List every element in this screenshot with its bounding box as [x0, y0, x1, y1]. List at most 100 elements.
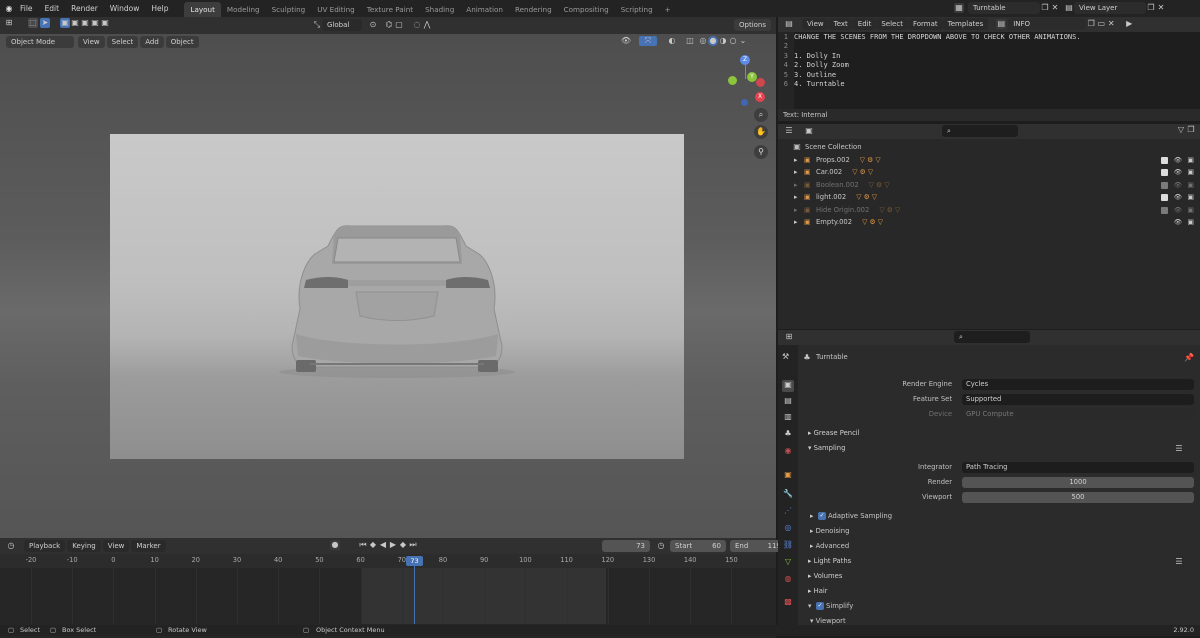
exclude-checkbox[interactable] — [1161, 169, 1168, 176]
scene-tab-icon[interactable]: ♣ — [782, 429, 794, 441]
outliner[interactable]: ▣ Scene Collection ▸ ▣ Props.002 ▽ ⚙ ▽ 👁 ▣ ▸ ▣ C… — [778, 139, 1200, 329]
render-camera-icon[interactable]: ▣ — [1187, 191, 1194, 204]
tab-rendering[interactable]: Rendering — [509, 2, 558, 17]
text-line[interactable]: 5 3. Outline — [778, 71, 1081, 80]
wireframe-shading-icon[interactable]: ◎ — [698, 36, 708, 46]
expand-arrow-icon[interactable]: ▸ — [794, 179, 804, 192]
menu-file[interactable]: File — [14, 0, 39, 17]
simplify-checkbox[interactable]: ✓ — [816, 602, 824, 610]
text-menu-view[interactable]: View — [802, 18, 829, 30]
viewport-samples-field[interactable]: 500 — [962, 492, 1194, 503]
view-layer-field[interactable]: View Layer — [1074, 2, 1146, 14]
exclude-checkbox[interactable] — [1161, 156, 1168, 164]
eye-icon[interactable]: 👁 — [1174, 216, 1182, 229]
navigation-gizmo[interactable]: Z Y X — [722, 52, 770, 108]
gizmo-y-neg[interactable] — [728, 76, 737, 85]
text-editor-body[interactable]: 1 CHANGE THE SCENES FROM THE DROPDOWN ABO… — [778, 32, 1200, 109]
solid-shading-icon[interactable]: ● — [708, 36, 718, 46]
texture-tab-icon[interactable]: ▩ — [782, 597, 794, 609]
new-collection-icon[interactable]: ❐ — [1186, 125, 1196, 135]
exclude-checkbox[interactable] — [1161, 206, 1168, 214]
render-tab-icon[interactable]: ▣ — [782, 380, 794, 392]
text-menu-edit[interactable]: Edit — [852, 18, 877, 30]
menu-edit[interactable]: Edit — [39, 0, 66, 17]
outliner-item-label[interactable]: Props.002 — [816, 154, 850, 167]
tab-layout[interactable]: Layout — [184, 2, 221, 17]
prev-keyframe-icon[interactable]: ◆ — [368, 540, 378, 550]
advanced-panel[interactable]: ▸ Advanced — [798, 539, 1200, 554]
render-camera-icon[interactable]: ▣ — [1187, 216, 1194, 229]
text-line[interactable]: 4 2. Dolly Zoom — [778, 61, 1081, 70]
text-menu-format[interactable]: Format — [907, 18, 943, 30]
sampling-presets-icon[interactable]: ☰ — [1174, 444, 1184, 454]
render-camera-icon[interactable]: ▣ — [1187, 204, 1194, 217]
display-mode-icon[interactable]: ▣ — [804, 126, 814, 136]
gizmo-z-axis[interactable]: Z — [740, 55, 750, 65]
simplify-panel[interactable]: ▾ ✓ Simplify — [798, 599, 1200, 614]
exclude-checkbox[interactable] — [1161, 194, 1168, 201]
gizmo-x-neg[interactable] — [756, 78, 765, 87]
open-text-icon[interactable]: ▭ — [1096, 19, 1106, 29]
text-line[interactable]: 3 1. Dolly In — [778, 52, 1081, 61]
pan-view-icon[interactable]: ✋ — [754, 125, 768, 139]
transform-orientation-dropdown[interactable]: Global — [322, 19, 362, 31]
text-menu-select[interactable]: Select — [876, 18, 908, 30]
playback-menu[interactable]: Playback — [24, 540, 66, 552]
outliner-row[interactable]: ▸ ▣ light.002 ▽ ⚙ ▽ 👁 ▣ — [778, 191, 1200, 204]
editor-type-icon[interactable]: ⊞ — [4, 18, 14, 28]
jump-start-icon[interactable]: ⏮ — [358, 540, 368, 550]
shading-options-icon[interactable]: ⌄ — [738, 36, 748, 46]
integrator-dropdown[interactable]: Path Tracing — [962, 462, 1194, 473]
output-tab-icon[interactable]: ▤ — [782, 396, 794, 408]
zoom-view-icon[interactable]: ⌕ — [754, 108, 768, 122]
timeline-editor-icon[interactable]: ◷ — [6, 541, 16, 551]
eye-icon[interactable]: 👁 — [1174, 191, 1182, 204]
text-line[interactable]: 1 CHANGE THE SCENES FROM THE DROPDOWN ABO… — [778, 33, 1081, 42]
outliner-row[interactable]: ▸ ▣ Hide Origin.002 ▽ ⚙ ▽ 👁 ▣ — [778, 204, 1200, 217]
outliner-item-label[interactable]: Empty.002 — [816, 216, 852, 229]
light-paths-presets-icon[interactable]: ☰ — [1174, 557, 1184, 567]
viewport-menu-view[interactable]: View — [78, 36, 105, 48]
tab-animation[interactable]: Animation — [460, 2, 509, 17]
text-line[interactable]: 2 — [778, 42, 1081, 51]
expand-arrow-icon[interactable]: ▸ — [794, 216, 804, 229]
add-workspace-button[interactable]: + — [659, 2, 677, 17]
menu-help[interactable]: Help — [145, 0, 174, 17]
denoising-panel[interactable]: ▸ Denoising — [798, 524, 1200, 539]
viewport-menu-add[interactable]: Add — [140, 36, 164, 48]
select-mode-new-icon[interactable]: ▣ — [60, 18, 70, 28]
run-script-icon[interactable]: ▶ — [1124, 19, 1134, 29]
proportional-edit-icon[interactable]: ◌ — [412, 20, 422, 30]
render-camera-icon[interactable]: ▣ — [1187, 166, 1194, 179]
new-text-icon[interactable]: ❐ — [1086, 19, 1096, 29]
text-line[interactable]: 6 4. Turntable — [778, 80, 1081, 89]
pivot-icon[interactable]: ⊙ — [368, 20, 378, 30]
outliner-editor-icon[interactable]: ☰ — [784, 126, 794, 136]
outliner-item-label[interactable]: Car.002 — [816, 166, 842, 179]
menu-render[interactable]: Render — [65, 0, 104, 17]
hair-panel[interactable]: ▸ Hair — [798, 584, 1200, 599]
eye-icon[interactable]: 👁 — [1174, 166, 1182, 179]
modifier-tab-icon[interactable]: 🔧 — [782, 489, 794, 501]
text-menu-text[interactable]: Text — [828, 18, 853, 30]
keying-menu[interactable]: Keying — [67, 540, 101, 552]
outliner-item-label[interactable]: Boolean.002 — [816, 179, 859, 192]
expand-arrow-icon[interactable]: ▸ — [794, 204, 804, 217]
sampling-panel[interactable]: ▾ Sampling ☰ — [798, 441, 1200, 456]
render-engine-dropdown[interactable]: Cycles — [962, 379, 1194, 390]
marker-menu[interactable]: Marker — [131, 540, 166, 552]
text-menu-templates[interactable]: Templates — [942, 18, 989, 30]
rendered-shading-icon[interactable]: ○ — [728, 36, 738, 46]
feature-set-dropdown[interactable]: Supported — [962, 394, 1194, 405]
play-icon[interactable]: ▶ — [388, 540, 398, 550]
tool-tab-icon[interactable]: ⚒ — [782, 352, 794, 364]
render-camera-icon[interactable]: ▣ — [1187, 179, 1194, 192]
new-scene-icon[interactable]: ❐ — [1040, 3, 1050, 13]
tab-uv-editing[interactable]: UV Editing — [311, 2, 361, 17]
mode-dropdown[interactable]: Object Mode — [6, 36, 74, 48]
physics-tab-icon[interactable]: ◎ — [782, 523, 794, 535]
snap-target-icon[interactable]: ▢ — [394, 20, 404, 30]
object-tab-icon[interactable]: ▣ — [782, 470, 794, 482]
tab-compositing[interactable]: Compositing — [558, 2, 615, 17]
outliner-row[interactable]: ▸ ▣ Empty.002 ▽ ⚙ ▽ 👁 ▣ — [778, 216, 1200, 229]
